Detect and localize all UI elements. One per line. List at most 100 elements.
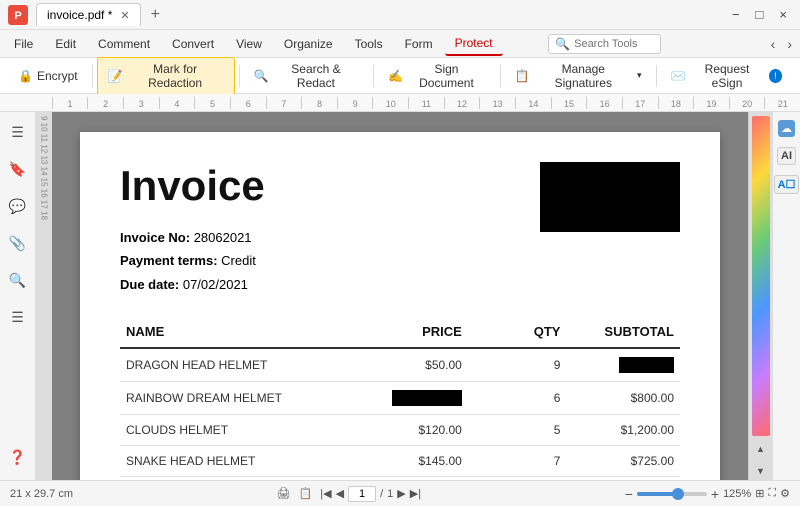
ruler-marks: 1 2 3 4 5 6 7 8 9 10 11 12 13 14 15 16 1… [52,97,800,109]
page-thumbnail[interactable] [752,116,770,436]
sidebar-layers-icon[interactable]: ☰ [7,305,28,330]
page-number-label: 9 10 11 12 13 14 15 16 17 18 [40,116,49,220]
ruler-mark: 17 [622,97,658,109]
sidebar-search-icon[interactable]: 🔍 [5,268,30,293]
menu-form[interactable]: Form [395,33,443,55]
minimize-button[interactable]: − [727,5,745,24]
col-subtotal: SUBTOTAL [566,316,680,348]
zoom-slider[interactable] [637,492,707,496]
settings-icon[interactable]: ⚙ [780,487,790,500]
item-subtotal: $725.00 [566,446,680,477]
page-number-input[interactable] [348,486,376,502]
item-subtotal: $900.00 [566,477,680,480]
zoom-out-button[interactable]: − [625,486,633,502]
sidebar-comment-icon[interactable]: 💬 [5,194,30,219]
cloud-action-icon[interactable]: ☁ [778,120,795,137]
redacted-value [392,390,462,406]
edit-icon: 📝 [108,69,123,83]
lock-icon: 🔒 [18,69,33,83]
encrypt-button[interactable]: 🔒 Encrypt [8,65,88,87]
content-area[interactable]: Invoice Invoice No: 28062021 Payment ter… [52,112,748,480]
chevron-down-icon: ▾ [637,70,642,81]
print-icon[interactable]: 🖨 [277,487,291,500]
menu-tools[interactable]: Tools [345,33,393,55]
item-price [354,382,468,415]
page-dimensions: 21 x 29.7 cm [10,488,73,500]
payment-terms: Payment terms: Credit [120,249,680,272]
sign-icon: ✍️ [388,69,403,83]
search-input[interactable] [574,38,654,50]
new-tab-button[interactable]: + [145,6,166,24]
esign-badge: ! [769,69,782,83]
forward-arrow[interactable]: › [783,34,796,54]
zoom-in-button[interactable]: + [711,486,719,502]
help-icon[interactable]: 📋 [299,487,313,500]
page-total: 1 [387,488,393,500]
scroll-up-icon[interactable]: ▲ [756,444,765,454]
sidebar-bottom-icon[interactable]: ❓ [5,445,30,470]
mark-redaction-label: Mark for Redaction [127,62,224,90]
item-name: RAINBOW DREAM HELMET [120,382,354,415]
full-screen-button[interactable]: ⛶ [768,487,776,500]
right-thumbnail-sidebar: ▲ ▼ [748,112,772,480]
office-action-icon[interactable]: A☐ [774,175,800,194]
menu-organize[interactable]: Organize [274,33,343,55]
ruler-mark: 11 [408,97,444,109]
manage-signatures-button[interactable]: 📋 Manage Signatures ▾ [505,58,652,94]
sidebar-home-icon[interactable]: ☰ [7,120,28,145]
back-arrow[interactable]: ‹ [767,34,780,54]
ruler-mark: 21 [764,97,800,109]
search-redact-icon: 🔍 [254,69,269,83]
window-actions: − □ × [727,5,792,24]
ruler-mark: 5 [194,97,230,109]
page-number-sidebar: 9 10 11 12 13 14 15 16 17 18 [36,112,52,480]
search-tools[interactable]: 🔍 [548,34,661,54]
close-button[interactable]: × [774,5,792,24]
last-page-button[interactable]: ▶| [410,487,421,500]
sidebar-bookmark-icon[interactable]: 🔖 [5,157,30,182]
ruler-mark: 15 [551,97,587,109]
logo-redacted-box [540,162,680,232]
pdf-page: Invoice Invoice No: 28062021 Payment ter… [80,132,720,480]
ruler-mark: 8 [301,97,337,109]
ruler-mark: 6 [230,97,266,109]
item-name: CLOUDS HELMET [120,415,354,446]
ruler-mark: 20 [729,97,765,109]
menu-file[interactable]: File [4,33,43,55]
ai-action-icon[interactable]: AI [777,147,796,165]
close-tab-icon[interactable]: ✕ [120,9,129,22]
title-bar: P invoice.pdf * ✕ + − □ × [0,0,800,30]
search-redact-button[interactable]: 🔍 Search & Redact [244,58,370,94]
sign-label: Sign Document [407,62,485,90]
item-subtotal: $800.00 [566,382,680,415]
menu-edit[interactable]: Edit [45,33,86,55]
status-bar: 21 x 29.7 cm 🖨 📋 |◀ ◀ / 1 ▶ ▶| − + 125% … [0,480,800,506]
request-esign-button[interactable]: ✉️ Request eSign ! [660,58,792,94]
menu-convert[interactable]: Convert [162,33,224,55]
active-tab[interactable]: invoice.pdf * ✕ [36,3,141,26]
scroll-down-icon[interactable]: ▼ [756,466,765,476]
mark-redaction-button[interactable]: 📝 Mark for Redaction [97,57,235,95]
fit-page-button[interactable]: ⊞ [755,487,764,500]
next-page-button[interactable]: ▶ [397,487,405,500]
invoice-table: NAME PRICE QTY SUBTOTAL DRAGON HEAD HELM… [120,316,680,480]
ruler-mark: 7 [266,97,302,109]
item-price: $120.00 [354,415,468,446]
ruler-mark: 16 [586,97,622,109]
sidebar-attachment-icon[interactable]: 📎 [5,231,30,256]
sign-document-button[interactable]: ✍️ Sign Document [378,58,495,94]
menu-comment[interactable]: Comment [88,33,160,55]
table-row: THUNDERBIRD HELMET $180.00 13 $900.00 [120,477,680,480]
menu-bar: File Edit Comment Convert View Organize … [0,30,800,58]
ruler-mark: 14 [515,97,551,109]
menu-protect[interactable]: Protect [445,32,503,56]
first-page-button[interactable]: |◀ [320,487,331,500]
menu-view[interactable]: View [226,33,272,55]
item-qty: 13 [468,477,567,480]
redacted-value [619,357,674,373]
maximize-button[interactable]: □ [751,5,769,24]
separator-3 [373,65,374,87]
item-subtotal [566,348,680,382]
col-price: PRICE [354,316,468,348]
prev-page-button[interactable]: ◀ [336,487,344,500]
